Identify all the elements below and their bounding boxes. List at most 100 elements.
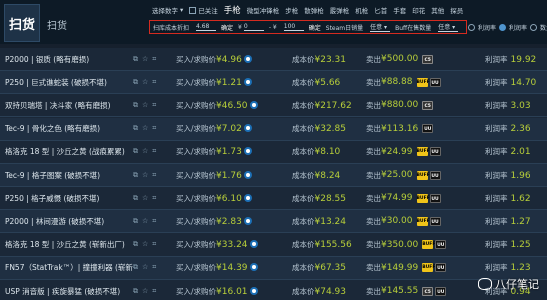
chart-icon[interactable]: ⌗: [152, 147, 156, 156]
category-item[interactable]: 步枪: [285, 5, 298, 15]
copy-icon[interactable]: ⧉: [133, 147, 138, 156]
copy-icon[interactable]: ⧉: [133, 171, 138, 180]
buff-logo-icon[interactable]: BUFF: [416, 77, 430, 87]
table-row[interactable]: Tec-9 | 骨化之色 (略有磨损) ⧉ ☆ ⌗ 买入/求购价¥7.02 成本价¥32.…: [0, 117, 547, 141]
buff-logo-icon[interactable]: BUFF: [422, 240, 435, 250]
item-name[interactable]: USP 消音版 | 疾旋暴猛 (破损不堪): [5, 286, 133, 297]
category-item[interactable]: 探员: [450, 5, 463, 15]
followed-toggle[interactable]: 已关注: [189, 5, 218, 15]
table-row[interactable]: P2000 | 林间漫游 (破损不堪) ⧉ ☆ ⌗ 买入/求购价¥2.83 成本价¥13.…: [0, 210, 547, 234]
category-item[interactable]: 霰弹枪: [330, 5, 350, 15]
table-row[interactable]: P250 | 格子威慑 (破损不堪) ⧉ ☆ ⌗ 买入/求购价¥6.10 成本价¥28.5…: [0, 187, 547, 211]
uu-logo-icon[interactable]: UU: [429, 193, 441, 203]
chart-icon[interactable]: ⌗: [152, 124, 156, 133]
uu-logo-icon[interactable]: UU: [429, 170, 441, 180]
star-icon[interactable]: ☆: [142, 287, 148, 296]
steam-icon[interactable]: [243, 147, 252, 156]
uu-logo-icon[interactable]: UU: [435, 263, 447, 273]
star-icon[interactable]: ☆: [142, 101, 148, 110]
category-item[interactable]: 散弹枪: [304, 5, 324, 15]
category-item[interactable]: 匕首: [374, 5, 387, 15]
steam-icon[interactable]: [243, 193, 252, 202]
steam-icon[interactable]: [243, 77, 252, 86]
buff-logo-icon[interactable]: BUFF: [416, 216, 430, 226]
category-item[interactable]: 微型冲锋枪: [247, 5, 280, 15]
chart-icon[interactable]: ⌗: [152, 240, 156, 249]
confirm-price-button[interactable]: 确定: [309, 23, 321, 32]
table-row[interactable]: P2000 | 银质 (略有磨损) ⧉ ☆ ⌗ 买入/求购价¥4.96 成本价¥23.31…: [0, 48, 547, 71]
copy-icon[interactable]: ⧉: [133, 240, 138, 249]
copy-icon[interactable]: ⧉: [133, 287, 138, 296]
item-name[interactable]: FN57（StatTrak™）| 撞撞利器 (崭新…: [5, 262, 133, 273]
chart-icon[interactable]: ⌗: [152, 217, 156, 226]
item-name[interactable]: P2000 | 林间漫游 (破损不堪): [5, 216, 133, 227]
category-item[interactable]: 印花: [412, 5, 425, 15]
star-icon[interactable]: ☆: [142, 217, 148, 226]
radio-icon[interactable]: [499, 23, 507, 31]
star-icon[interactable]: ☆: [142, 194, 148, 203]
buff-count-select[interactable]: 任意 ▾: [438, 22, 459, 32]
copy-icon[interactable]: ⧉: [133, 263, 138, 272]
radio-icon[interactable]: [530, 23, 538, 31]
star-icon[interactable]: ☆: [142, 124, 148, 133]
buff-logo-icon[interactable]: BUFF: [416, 193, 430, 203]
copy-icon[interactable]: ⧉: [133, 55, 138, 64]
chart-icon[interactable]: ⌗: [152, 171, 156, 180]
steam-icon[interactable]: [249, 100, 258, 109]
item-name[interactable]: Tec-9 | 骨化之色 (略有磨损): [5, 123, 133, 134]
uu-logo-icon[interactable]: UU: [429, 147, 441, 157]
c5-logo-icon[interactable]: C5: [422, 54, 434, 64]
buff-logo-icon[interactable]: BUFF: [416, 147, 430, 157]
item-name[interactable]: 格洛克 18 型 | 沙丘之黄 (崭新出厂): [5, 239, 133, 250]
c5-logo-icon[interactable]: C5: [422, 286, 434, 296]
cost-discount-input[interactable]: 4.68: [196, 23, 217, 31]
star-icon[interactable]: ☆: [142, 240, 148, 249]
star-icon[interactable]: ☆: [142, 55, 148, 64]
copy-icon[interactable]: ⧉: [133, 194, 138, 203]
chart-icon[interactable]: ⌗: [152, 78, 156, 87]
category-item[interactable]: 其他: [431, 5, 444, 15]
uu-logo-icon[interactable]: UU: [435, 240, 447, 250]
number-select[interactable]: 选择数字 ▾: [152, 5, 183, 15]
chart-icon[interactable]: ⌗: [152, 55, 156, 64]
tab-scan[interactable]: 扫货: [43, 9, 71, 39]
table-row[interactable]: P250 | 巨式谯蛇装 (破损不堪) ⧉ ☆ ⌗ 买入/求购价¥1.21 成本价¥5.6…: [0, 71, 547, 95]
steam-icon[interactable]: [243, 170, 252, 179]
item-name[interactable]: P250 | 格子威慑 (破损不堪): [5, 193, 133, 204]
steam-icon[interactable]: [243, 124, 252, 133]
c5-logo-icon[interactable]: C5: [422, 100, 434, 110]
table-row[interactable]: Tec-9 | 格子图案 (破损不堪) ⧉ ☆ ⌗ 买入/求购价¥1.76 成本价¥8.2…: [0, 164, 547, 187]
uu-logo-icon[interactable]: UU: [429, 216, 441, 226]
steam-icon[interactable]: [243, 54, 252, 63]
uu-logo-icon[interactable]: UU: [429, 77, 441, 87]
category-item[interactable]: 机枪: [355, 5, 368, 15]
table-row[interactable]: 双持贝瑞塔 | 决斗家 (略有磨损) ⧉ ☆ ⌗ 买入/求购价¥46.50 成本价¥217…: [0, 94, 547, 118]
category-pistol[interactable]: 手枪: [224, 4, 241, 16]
table-row[interactable]: USP 消音版 | 疾旋暴猛 (破损不堪) ⧉ ☆ ⌗ 买入/求购价¥16.01 成本价¥…: [0, 280, 547, 300]
steam-icon[interactable]: [249, 286, 258, 295]
star-icon[interactable]: ☆: [142, 147, 148, 156]
copy-icon[interactable]: ⧉: [133, 124, 138, 133]
copy-icon[interactable]: ⧉: [133, 101, 138, 110]
steam-icon[interactable]: [249, 263, 258, 272]
tab-scan-active[interactable]: 扫货: [4, 4, 40, 42]
table-row[interactable]: 格洛克 18 型 | 沙丘之黄 (战痕累累) ⧉ ☆ ⌗ 买入/求购价¥1.73 成本价¥…: [0, 141, 547, 164]
item-name[interactable]: P2000 | 银质 (略有磨损): [5, 54, 133, 65]
uu-logo-icon[interactable]: UU: [422, 124, 434, 134]
buff-logo-icon[interactable]: BUFF: [422, 263, 435, 273]
chart-icon[interactable]: ⌗: [152, 263, 156, 272]
copy-icon[interactable]: ⧉: [133, 78, 138, 87]
uu-logo-icon[interactable]: UU: [435, 286, 447, 296]
chart-icon[interactable]: ⌗: [152, 101, 156, 110]
chart-icon[interactable]: ⌗: [152, 287, 156, 296]
copy-icon[interactable]: ⧉: [133, 217, 138, 226]
star-icon[interactable]: ☆: [142, 78, 148, 87]
confirm-button[interactable]: 确定: [221, 23, 233, 32]
item-name[interactable]: 双持贝瑞塔 | 决斗家 (略有磨损): [5, 100, 133, 111]
item-name[interactable]: Tec-9 | 格子图案 (破损不堪): [5, 170, 133, 181]
price-max-input[interactable]: 100: [283, 23, 304, 31]
item-name[interactable]: 格洛克 18 型 | 沙丘之黄 (战痕累累): [5, 146, 133, 157]
star-icon[interactable]: ☆: [142, 263, 148, 272]
table-row[interactable]: FN57（StatTrak™）| 撞撞利器 (崭新… ⧉ ☆ ⌗ 买入/求购价¥14.3…: [0, 256, 547, 280]
item-name[interactable]: P250 | 巨式谯蛇装 (破损不堪): [5, 77, 133, 88]
